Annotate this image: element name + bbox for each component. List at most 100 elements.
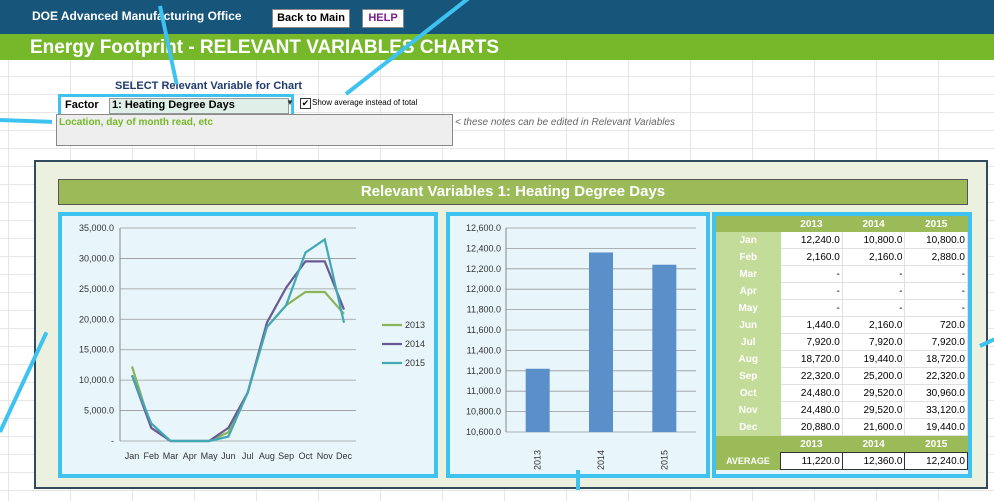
panel-title: Relevant Variables 1: Heating Degree Day…	[58, 179, 968, 205]
table-cell: -	[842, 282, 906, 300]
table-cell: -	[904, 265, 968, 283]
values-table-frame: 2013 2014 2015 Jan 12,240.0 10,800.0 10,800…	[712, 212, 972, 478]
table-cell: 10,800.0	[842, 232, 906, 249]
table-cell: 24,480.0	[780, 384, 843, 402]
y-tick-label: 10,600.0	[466, 427, 501, 437]
bar-2014	[589, 252, 613, 432]
table-corner	[716, 216, 781, 232]
month-label: Jul	[716, 333, 781, 351]
factor-dropdown[interactable]: 1: Heating Degree Days	[109, 98, 289, 114]
month-label: Sep	[716, 367, 781, 385]
x-tick-label: Oct	[298, 451, 313, 461]
back-to-main-button[interactable]: Back to Main	[272, 9, 350, 28]
month-label: Jan	[716, 232, 781, 249]
month-label: Oct	[716, 384, 781, 402]
column-header: 2014	[842, 435, 905, 453]
table-cell: 22,320.0	[780, 367, 843, 385]
table-cell: 25,200.0	[842, 367, 906, 385]
bar-2013	[525, 368, 550, 432]
table-cell: 21,600.0	[842, 418, 906, 436]
app-name: DOE Advanced Manufacturing Office	[32, 9, 242, 23]
notes-hint: < these notes can be edited in Relevant …	[455, 117, 676, 128]
table-cell: -	[904, 299, 968, 317]
table-cell: 1,440.0	[780, 316, 843, 334]
table-row: Nov 24,480.0 29,520.0 33,120.0	[716, 401, 968, 419]
y-tick-label: 12,600.0	[466, 223, 501, 233]
y-tick-label: 12,000.0	[466, 284, 501, 294]
table-cell: 22,320.0	[904, 367, 968, 385]
table-row: Mar - - -	[716, 265, 968, 283]
table-cell: 33,120.0	[904, 401, 968, 419]
y-tick-label: 12,200.0	[466, 264, 501, 274]
show-average-label: Show average instead of total	[312, 98, 418, 107]
x-tick-label: Jul	[242, 451, 254, 461]
table-row: Dec 20,880.0 21,600.0 19,440.0	[716, 418, 968, 436]
y-tick-label: 10,800.0	[466, 407, 501, 417]
average-row: AVERAGE 11,220.0 12,360.0 12,240.0	[716, 452, 968, 470]
x-tick-label: Aug	[259, 451, 275, 461]
y-tick-label: 30,000.0	[79, 253, 114, 263]
table-cell: 29,520.0	[842, 384, 906, 402]
table-subheader-row: 2013 2014 2015	[716, 435, 968, 453]
table-cell: -	[780, 265, 843, 283]
series-line-2013	[130, 290, 345, 443]
table-cell: 18,720.0	[904, 350, 968, 368]
bar-chart: 10,600.0 10,800.0 11,000.0 11,200.0 11,400.0…	[466, 223, 696, 470]
y-tick-label: 11,400.0	[467, 345, 501, 355]
y-tick-label: 11,200.0	[467, 366, 501, 376]
y-tick-label: 35,000.0	[79, 223, 114, 233]
table-cell: 2,160.0	[842, 248, 906, 266]
table-cell: 18,720.0	[780, 350, 843, 368]
table-row: Feb 2,160.0 2,160.0 2,880.0	[716, 248, 968, 266]
y-tick-label: 5,000.0	[84, 406, 114, 416]
values-table: 2013 2014 2015 Jan 12,240.0 10,800.0 10,800…	[716, 216, 968, 470]
column-header: 2015	[904, 216, 968, 232]
legend-label: 2014	[405, 339, 425, 349]
y-tick-label: 25,000.0	[79, 284, 114, 294]
average-cell: 12,360.0	[841, 452, 906, 470]
table-cell: 10,800.0	[904, 232, 968, 249]
legend-label: 2013	[405, 320, 425, 330]
table-cell: 2,160.0	[780, 248, 843, 266]
line-chart: - 5,000.0 10,000.0 15,000.0 20,000.0 25,000.0…	[79, 223, 425, 461]
y-tick-label: 11,800.0	[467, 305, 501, 315]
x-tick-label: Feb	[144, 451, 160, 461]
x-tick-label: Dec	[336, 451, 353, 461]
average-cell: 11,220.0	[780, 452, 843, 470]
month-label: Mar	[716, 265, 781, 283]
y-tick-label: 12,400.0	[466, 243, 501, 253]
show-average-checkbox[interactable]: ✔	[300, 98, 311, 109]
table-cell: 19,440.0	[842, 350, 906, 368]
table-row: Apr - - -	[716, 282, 968, 300]
table-cell: 24,480.0	[780, 401, 843, 419]
x-tick-label: Jan	[125, 451, 140, 461]
average-label: AVERAGE	[716, 452, 781, 470]
table-row: Aug 18,720.0 19,440.0 18,720.0	[716, 350, 968, 368]
table-row: Jul 7,920.0 7,920.0 7,920.0	[716, 333, 968, 351]
month-label: Jun	[716, 316, 781, 334]
table-row: Sep 22,320.0 25,200.0 22,320.0	[716, 367, 968, 385]
table-cell: 720.0	[904, 316, 968, 334]
column-header: 2013	[780, 435, 843, 453]
column-header: 2013	[780, 216, 843, 232]
table-cell: -	[842, 265, 906, 283]
table-cell: 29,520.0	[842, 401, 906, 419]
table-corner	[716, 435, 781, 453]
legend-label: 2015	[405, 358, 425, 368]
help-button[interactable]: HELP	[362, 9, 404, 28]
title-bar: Energy Footprint - RELEVANT VARIABLES CH…	[0, 34, 994, 60]
line-chart-frame: - 5,000.0 10,000.0 15,000.0 20,000.0 25,000.0…	[58, 212, 438, 478]
table-row: Oct 24,480.0 29,520.0 30,960.0	[716, 384, 968, 402]
table-cell: -	[780, 299, 843, 317]
x-tick-label: Jun	[221, 451, 236, 461]
notes-box[interactable]: Location, day of month read, etc	[56, 114, 453, 146]
table-cell: -	[780, 282, 843, 300]
chevron-down-icon[interactable]: ▼	[286, 98, 294, 107]
table-cell: 7,920.0	[904, 333, 968, 351]
y-tick-label: 11,000.0	[467, 386, 501, 396]
callout-arrow	[576, 470, 580, 490]
table-row: Jan 12,240.0 10,800.0 10,800.0	[716, 232, 968, 249]
x-tick-label: Sep	[278, 451, 294, 461]
x-tick-label: Nov	[317, 451, 334, 461]
average-cell: 12,240.0	[904, 452, 968, 470]
